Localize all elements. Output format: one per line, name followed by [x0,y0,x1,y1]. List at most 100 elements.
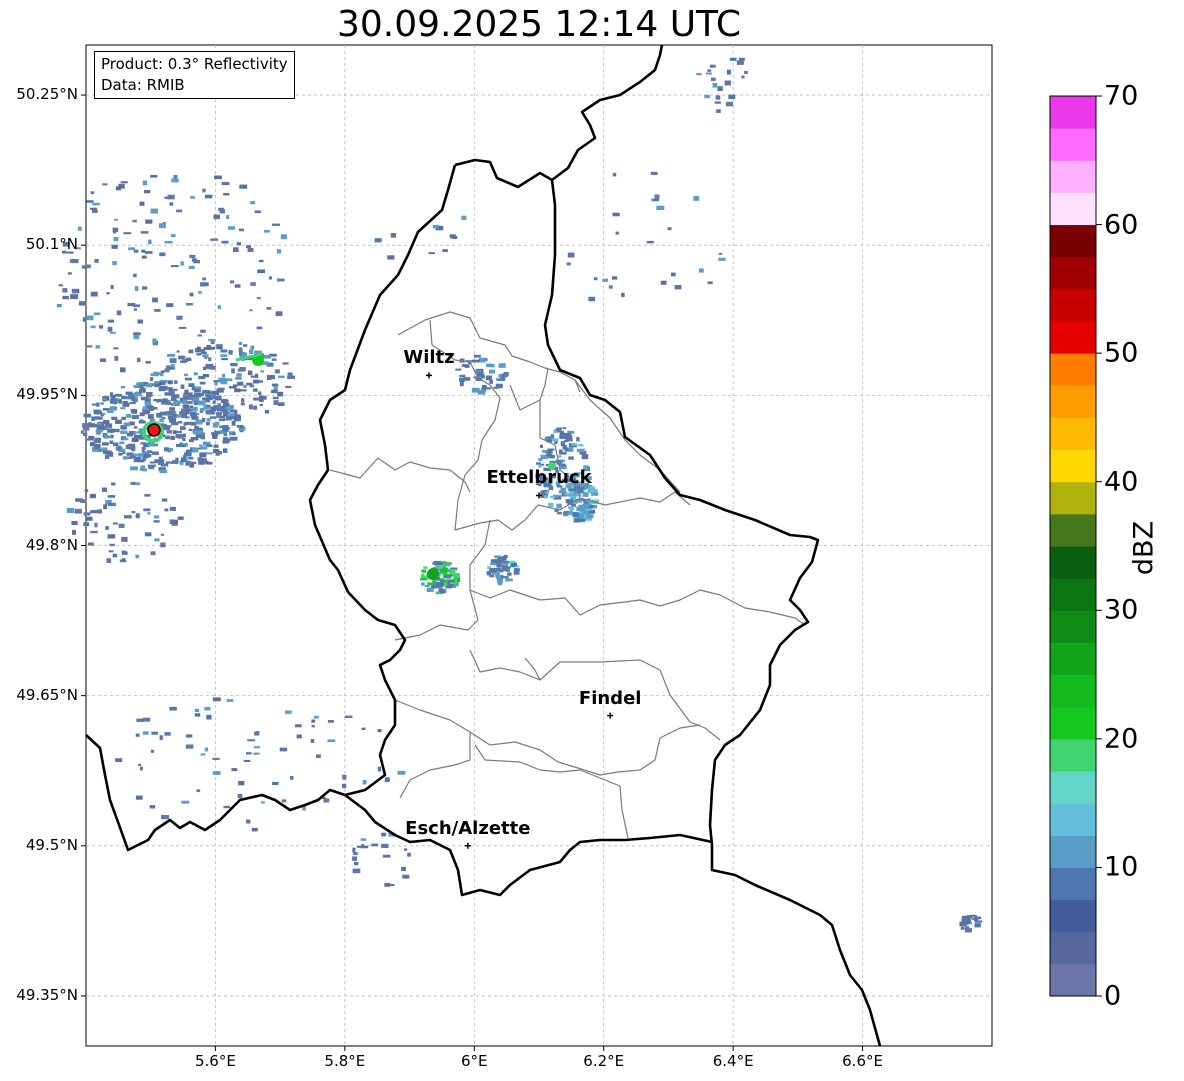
echo-pixel [159,414,163,418]
echo-pixel [128,247,135,251]
echo-pixel [212,434,218,440]
echo-pixel [407,852,411,857]
echo-pixel [181,800,190,804]
echo-pixel [220,415,225,419]
echo-pixel [374,238,382,243]
echo-pixel [560,441,566,446]
echo-pixel [387,255,395,260]
echo-pixel [709,64,716,68]
echo-pixel [136,357,141,363]
echo-pixel [135,733,140,737]
echo-pixel [513,570,520,575]
echo-pixel [152,297,158,303]
echo-pixel [225,438,231,443]
echo-pixel [164,732,171,736]
echo-pixel [159,373,164,377]
echo-pixel [101,487,107,492]
echo-pixel [382,854,391,858]
echo-pixel [249,349,254,355]
echo-pixel [96,402,100,407]
echo-pixel [111,482,116,486]
echo-pixel [85,438,93,441]
echo-pixel [94,416,101,420]
echo-pixel [707,69,712,72]
echo-pixel [110,434,114,439]
echo-pixel [118,523,125,528]
echo-pixel [489,380,494,384]
echo-pixel [166,303,174,308]
echo-pixel [500,556,506,560]
echo-pixel [120,430,128,435]
echo-pixel [90,207,97,211]
echo-pixel [214,175,222,180]
echo-pixel [219,418,226,422]
echo-pixel [567,434,573,440]
echo-pixel [247,247,254,252]
echo-pixel [311,724,315,728]
echo-pixel [711,77,716,81]
echo-pixel [229,436,238,441]
lon-tick-label: 6.4°E [712,1052,754,1070]
echo-pixel [113,428,120,433]
echo-pixel [381,832,387,837]
echo-pixel [90,291,98,297]
echo-pixel [705,72,712,75]
echo-pixel [123,422,131,427]
echo-pixel [233,247,239,253]
echo-pixel [101,442,109,446]
echo-pixel [960,926,965,930]
echo-pixel [424,584,430,587]
echo-pixel [150,174,158,178]
echo-pixel [572,513,579,518]
echo-pixel [258,259,264,263]
echo-pixel [501,565,509,571]
echo-pixel [178,421,183,424]
echo-pixel [256,296,261,300]
echo-pixel [93,409,101,414]
echo-pixel [148,414,154,419]
echo-pixel [154,309,161,312]
echo-pixel [239,425,244,429]
colorbar-segment [1050,771,1096,804]
echo-pixel [471,387,480,393]
echo-pixel [327,739,336,742]
echo-pixel [82,423,89,428]
echo-pixel [126,414,131,418]
echo-pixel [131,414,140,420]
echo-pixel [209,416,217,419]
echo-pixel [213,214,221,220]
echo-pixel [159,418,164,423]
echo-pixel [536,462,541,465]
echo-pixel [122,401,129,405]
echo-pixel [83,522,90,527]
echo-pixel [159,469,168,474]
echo-pixel [216,413,222,418]
echo-pixel [260,370,264,373]
echo-pixel [195,389,200,392]
echo-pixel [159,381,166,386]
echo-pixel [99,325,104,329]
echo-pixel [121,396,128,400]
echo-pixel [150,749,155,753]
echo-pixel [278,375,285,379]
echo-pixel [247,739,256,742]
echo-pixel [221,399,228,403]
echo-pixel [282,362,289,365]
echo-pixel [287,372,293,377]
echo-pixel [147,512,151,515]
colorbar-segment [1050,578,1096,611]
echo-pixel [140,396,149,401]
echo-pixel [133,304,141,308]
colorbar-segment [1050,385,1096,418]
lat-tick-label: 49.35°N [16,985,78,1004]
echo-pixel [188,456,194,460]
echo-pixel [174,380,178,384]
echo-pixel [201,417,206,423]
echo-pixel [246,819,251,824]
echo-pixel [569,490,574,496]
echo-pixel [189,405,194,409]
echo-pixel [111,416,118,420]
echo-pixel [361,727,366,730]
echo-pixel [231,768,238,772]
echo-pixel [102,408,110,411]
